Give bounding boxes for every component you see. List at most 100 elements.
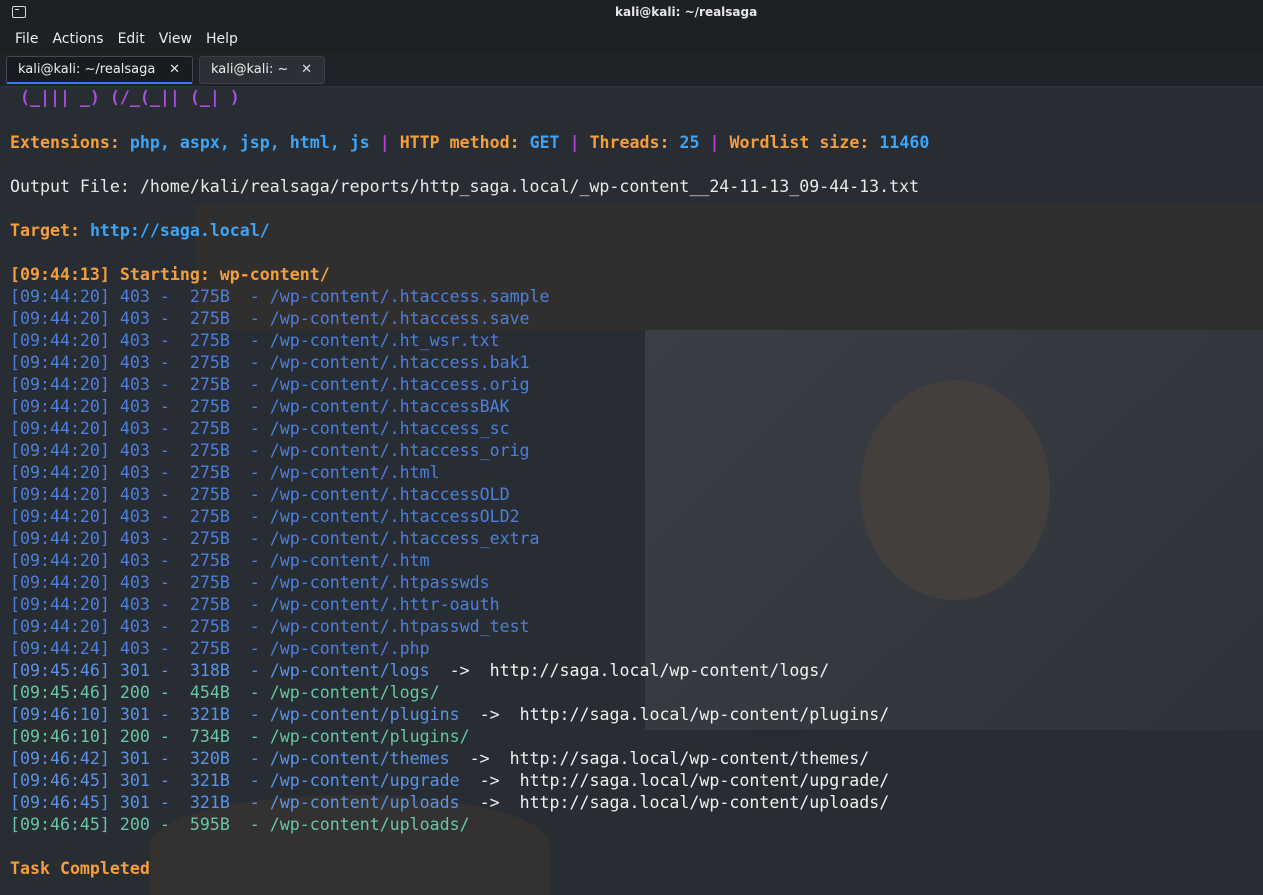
result-status-code: 403: [119, 639, 150, 658]
result-time: [09:44:20]: [10, 551, 110, 570]
result-time: [09:44:20]: [10, 353, 110, 372]
result-row: [09:46:45] 301 - 321B - /wp-content/upgr…: [10, 771, 890, 790]
window-titlebar[interactable]: kali@kali: ~/realsaga: [0, 0, 1263, 26]
result-path: /wp-content/.htaccessOLD2: [269, 507, 520, 526]
result-size: 275B: [189, 485, 230, 504]
result-row: [09:44:24] 403 - 275B - /wp-content/.php: [10, 639, 430, 658]
result-time: [09:44:20]: [10, 485, 110, 504]
result-path: /wp-content/.htaccess.bak1: [269, 353, 530, 372]
result-status-code: 301: [119, 749, 150, 768]
result-status-code: 403: [119, 507, 150, 526]
result-size: 275B: [189, 573, 230, 592]
output-file-line: Output File: /home/kali/realsaga/reports…: [10, 177, 920, 196]
result-size: 454B: [189, 683, 230, 702]
result-status-code: 403: [119, 441, 150, 460]
result-size: 275B: [189, 375, 230, 394]
result-row: [09:44:20] 403 - 275B - /wp-content/.hta…: [10, 397, 510, 416]
result-path: /wp-content/.php: [269, 639, 430, 658]
close-icon[interactable]: ✕: [169, 57, 180, 83]
result-time: [09:44:20]: [10, 309, 110, 328]
result-path: /wp-content/.htaccessBAK: [269, 397, 510, 416]
menu-view[interactable]: View: [159, 31, 192, 47]
result-size: 321B: [189, 771, 230, 790]
tab-home[interactable]: kali@kali: ~ ✕: [199, 56, 325, 84]
result-path: /wp-content/.htaccess_orig: [269, 441, 530, 460]
result-time: [09:44:20]: [10, 573, 110, 592]
result-status-code: 403: [119, 529, 150, 548]
result-status-code: 403: [119, 397, 150, 416]
result-time: [09:46:10]: [10, 727, 110, 746]
result-path: /wp-content/.htaccessOLD: [269, 485, 510, 504]
result-path: /wp-content/uploads: [269, 793, 460, 812]
result-status-code: 301: [119, 705, 150, 724]
tab-label: kali@kali: ~: [211, 62, 289, 77]
result-path: /wp-content/uploads/: [269, 815, 470, 834]
result-status-code: 403: [119, 353, 150, 372]
result-path: /wp-content/themes: [269, 749, 450, 768]
result-size: 318B: [189, 661, 230, 680]
window-title: kali@kali: ~/realsaga: [615, 5, 758, 19]
result-path: /wp-content/.html: [269, 463, 440, 482]
result-path: /wp-content/.httr-oauth: [269, 595, 500, 614]
terminal-output[interactable]: (_||| _) (/_(_|| (_| ) Extensions: php, …: [0, 86, 1263, 895]
result-size: 275B: [189, 419, 230, 438]
result-row: [09:44:20] 403 - 275B - /wp-content/.hta…: [10, 441, 530, 460]
menu-file[interactable]: File: [15, 31, 38, 47]
result-time: [09:46:45]: [10, 815, 110, 834]
result-row: [09:44:20] 403 - 275B - /wp-content/.hta…: [10, 353, 530, 372]
result-row: [09:44:20] 403 - 275B - /wp-content/.hta…: [10, 529, 540, 548]
close-icon[interactable]: ✕: [301, 57, 312, 83]
result-status-code: 200: [119, 683, 150, 702]
result-time: [09:46:45]: [10, 793, 110, 812]
result-row: [09:46:42] 301 - 320B - /wp-content/them…: [10, 749, 870, 768]
result-status-code: 403: [119, 595, 150, 614]
result-path: /wp-content/.htaccess.save: [269, 309, 530, 328]
result-status-code: 403: [119, 573, 150, 592]
result-size: 275B: [189, 397, 230, 416]
result-row: [09:45:46] 301 - 318B - /wp-content/logs…: [10, 661, 830, 680]
result-path: /wp-content/.htaccess_extra: [269, 529, 540, 548]
menu-edit[interactable]: Edit: [118, 31, 145, 47]
result-size: 275B: [189, 595, 230, 614]
result-row: [09:44:20] 403 - 275B - /wp-content/.ht_…: [10, 331, 500, 350]
result-status-code: 403: [119, 419, 150, 438]
result-row: [09:46:45] 301 - 321B - /wp-content/uplo…: [10, 793, 890, 812]
result-row: [09:46:10] 301 - 321B - /wp-content/plug…: [10, 705, 890, 724]
result-size: 275B: [189, 441, 230, 460]
result-size: 275B: [189, 507, 230, 526]
result-size: 275B: [189, 529, 230, 548]
redirect-arrow: ->: [449, 661, 470, 680]
tab-realsaga[interactable]: kali@kali: ~/realsaga ✕: [6, 56, 193, 84]
result-time: [09:44:24]: [10, 639, 110, 658]
result-path: /wp-content/.htpasswds: [269, 573, 490, 592]
redirect-arrow: ->: [469, 749, 490, 768]
result-row: [09:44:20] 403 - 275B - /wp-content/.hta…: [10, 309, 530, 328]
result-path: /wp-content/.htaccess.orig: [269, 375, 530, 394]
result-time: [09:44:20]: [10, 287, 110, 306]
result-row: [09:44:20] 403 - 275B - /wp-content/.htm…: [10, 463, 440, 482]
result-redirect-url: http://saga.local/wp-content/logs/: [489, 661, 830, 680]
result-path: /wp-content/.htaccess_sc: [269, 419, 510, 438]
result-time: [09:44:20]: [10, 441, 110, 460]
redirect-arrow: ->: [479, 771, 500, 790]
result-size: 321B: [189, 705, 230, 724]
result-status-code: 301: [119, 793, 150, 812]
result-size: 275B: [189, 309, 230, 328]
result-size: 734B: [189, 727, 230, 746]
result-size: 595B: [189, 815, 230, 834]
result-size: 321B: [189, 793, 230, 812]
result-row: [09:44:20] 403 - 275B - /wp-content/.hta…: [10, 287, 550, 306]
result-size: 275B: [189, 353, 230, 372]
result-time: [09:44:20]: [10, 507, 110, 526]
result-row: [09:46:45] 200 - 595B - /wp-content/uplo…: [10, 815, 470, 834]
result-path: /wp-content/plugins: [269, 705, 460, 724]
result-size: 275B: [189, 639, 230, 658]
result-path: /wp-content/.htpasswd_test: [269, 617, 530, 636]
result-status-code: 403: [119, 287, 150, 306]
menu-help[interactable]: Help: [206, 31, 238, 47]
result-time: [09:46:10]: [10, 705, 110, 724]
result-redirect-url: http://saga.local/wp-content/uploads/: [519, 793, 890, 812]
result-status-code: 403: [119, 375, 150, 394]
menu-actions[interactable]: Actions: [52, 31, 103, 47]
result-time: [09:44:20]: [10, 595, 110, 614]
